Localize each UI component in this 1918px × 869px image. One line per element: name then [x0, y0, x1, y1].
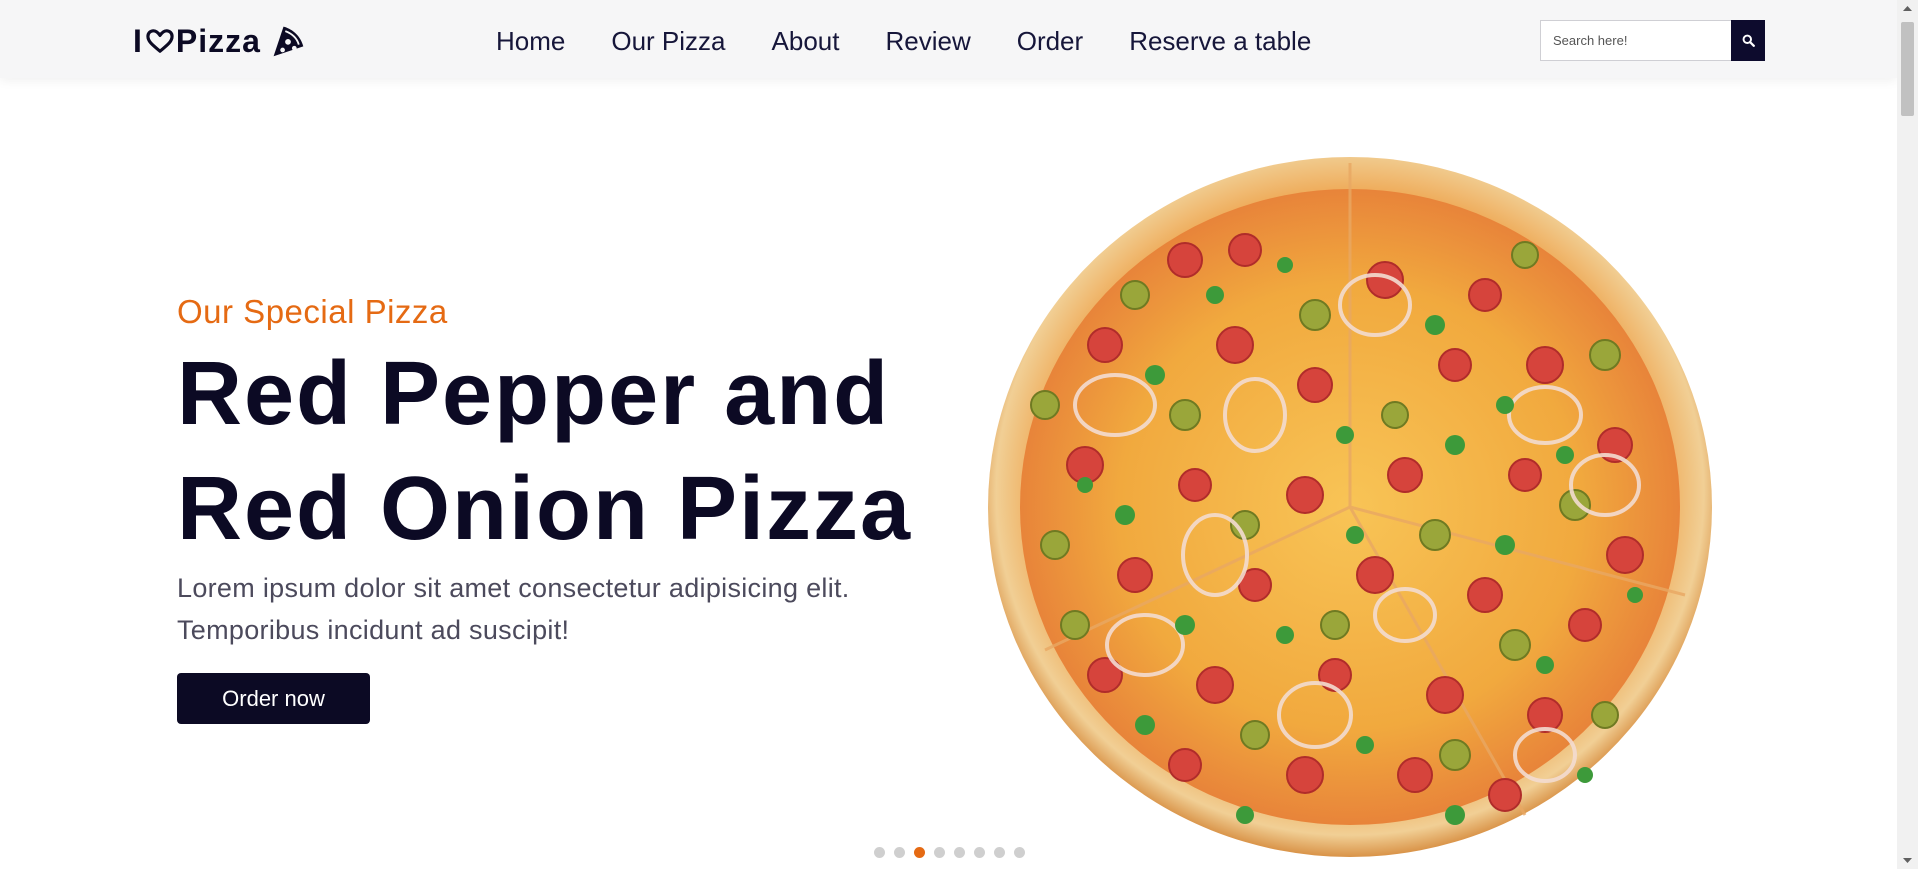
search-icon — [1742, 34, 1755, 47]
scroll-up-arrow-icon[interactable] — [1897, 0, 1918, 17]
scroll-down-arrow-icon[interactable] — [1897, 852, 1918, 869]
pizza-image — [988, 157, 1712, 857]
carousel-dot-active[interactable] — [914, 847, 925, 858]
order-now-button[interactable]: Order now — [177, 673, 370, 724]
heart-icon — [146, 29, 174, 53]
hero-subtitle: Our Special Pizza — [177, 293, 448, 330]
carousel-dot[interactable] — [894, 847, 905, 858]
carousel-dot[interactable] — [954, 847, 965, 858]
carousel-dot[interactable] — [874, 847, 885, 858]
hero-title: Red Pepper and Red Onion Pizza — [177, 344, 913, 559]
nav-about[interactable]: About — [772, 22, 840, 60]
vertical-scrollbar[interactable] — [1897, 0, 1918, 869]
pizza-slice-icon — [273, 26, 304, 57]
main-nav: Home Our Pizza About Review Order Reserv… — [496, 22, 1311, 60]
carousel-dot[interactable] — [974, 847, 985, 858]
hero-description: Lorem ipsum dolor sit amet consectetur a… — [177, 573, 850, 645]
carousel-dots — [874, 847, 1034, 858]
search-button[interactable] — [1731, 20, 1765, 61]
nav-reserve-table[interactable]: Reserve a table — [1129, 22, 1311, 60]
logo-prefix: I — [133, 23, 143, 59]
nav-our-pizza[interactable]: Our Pizza — [611, 22, 725, 60]
site-header: I Pizza Home Our Pizza About Review Orde… — [0, 0, 1897, 78]
carousel-dot[interactable] — [994, 847, 1005, 858]
search-form — [1540, 20, 1765, 61]
carousel-dot[interactable] — [934, 847, 945, 858]
site-logo[interactable]: I Pizza — [133, 22, 307, 60]
page: I Pizza Home Our Pizza About Review Orde… — [0, 0, 1897, 869]
nav-review[interactable]: Review — [885, 22, 970, 60]
scrollbar-thumb[interactable] — [1901, 22, 1914, 116]
nav-home[interactable]: Home — [496, 22, 565, 60]
nav-order[interactable]: Order — [1017, 22, 1083, 60]
carousel-dot[interactable] — [1014, 847, 1025, 858]
logo-text: Pizza — [175, 23, 261, 59]
search-input[interactable] — [1540, 20, 1731, 61]
